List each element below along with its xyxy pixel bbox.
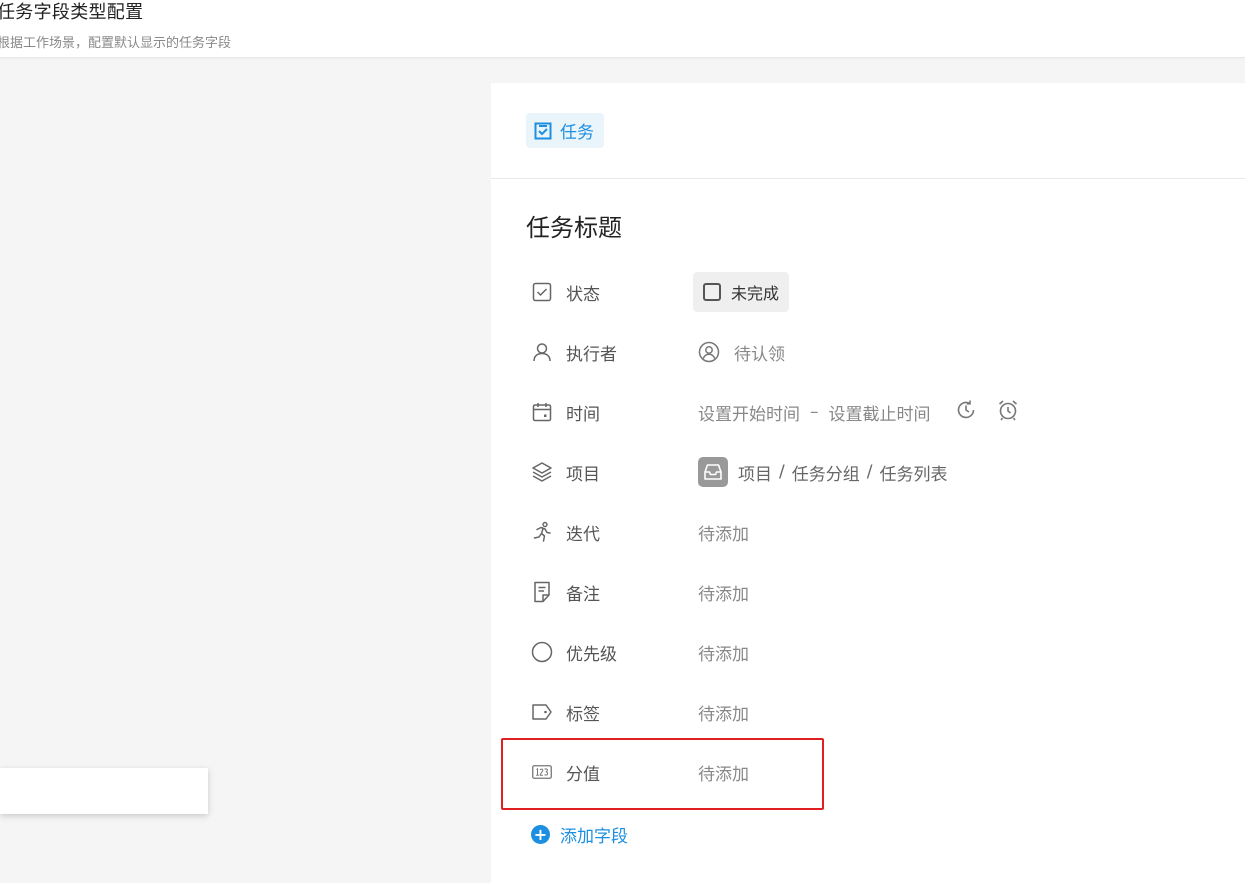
field-label-iteration: 迭代 xyxy=(566,524,600,545)
task-preview-panel: 任务 任务标题 状态 未完成 执行者 待认领 时间 设置开始时间 – 设置截止时… xyxy=(491,83,1245,883)
field-row-tag: 标签 待添加 xyxy=(531,692,1171,732)
time-value: 设置开始时间 – 设置截止时间 xyxy=(698,399,1019,426)
checkbox-icon xyxy=(531,281,553,303)
layers-icon xyxy=(531,461,553,483)
score-value[interactable]: 待添加 xyxy=(698,760,749,785)
field-label-score: 分值 xyxy=(566,764,600,785)
assignee-value[interactable]: 待认领 xyxy=(698,340,785,365)
priority-value[interactable]: 待添加 xyxy=(698,640,749,665)
dragging-field-card[interactable] xyxy=(0,768,208,814)
inbox-icon xyxy=(698,457,728,487)
field-row-status: 状态 未完成 xyxy=(531,272,1171,312)
note-value[interactable]: 待添加 xyxy=(698,580,749,605)
field-label-priority: 优先级 xyxy=(566,644,617,665)
field-row-project: 项目 项目 / 任务分组 / 任务列表 xyxy=(531,452,1171,492)
task-type-chip[interactable]: 任务 xyxy=(526,113,604,148)
page-title: 任务字段类型配置 xyxy=(0,2,144,23)
add-field-button[interactable]: + 添加字段 xyxy=(531,822,628,847)
task-type-label: 任务 xyxy=(560,123,594,143)
due-time-link[interactable]: 设置截止时间 xyxy=(829,400,931,425)
project-path-group: 任务分组 xyxy=(791,464,860,485)
field-label-status: 状态 xyxy=(566,284,600,305)
project-selector[interactable]: 项目 / 任务分组 / 任务列表 xyxy=(698,457,947,487)
alarm-icon[interactable] xyxy=(997,399,1019,426)
field-label-note: 备注 xyxy=(566,584,600,605)
status-toggle[interactable]: 未完成 xyxy=(693,272,790,312)
start-time-link[interactable]: 设置开始时间 xyxy=(698,400,800,425)
page-subtitle: 根据工作场景，配置默认显示的任务字段 xyxy=(0,36,232,51)
field-row-iteration: 迭代 待添加 xyxy=(531,512,1171,552)
path-separator: / xyxy=(779,462,785,482)
task-title[interactable]: 任务标题 xyxy=(526,208,622,243)
assignee-text: 待认领 xyxy=(734,344,785,365)
project-path-list: 任务列表 xyxy=(879,464,948,485)
page-header: 任务字段类型配置 根据工作场景，配置默认显示的任务字段 xyxy=(0,0,1245,58)
calendar-icon xyxy=(531,401,553,423)
iteration-value[interactable]: 待添加 xyxy=(698,520,749,545)
tag-value[interactable]: 待添加 xyxy=(698,700,749,725)
user-circle-icon xyxy=(698,341,720,363)
running-icon xyxy=(531,521,553,543)
field-row-time: 时间 设置开始时间 – 设置截止时间 xyxy=(531,392,1171,432)
person-icon xyxy=(531,341,553,363)
field-row-priority: 优先级 待添加 xyxy=(531,632,1171,672)
time-separator: – xyxy=(810,402,819,422)
field-label-project: 项目 xyxy=(566,464,600,485)
unchecked-box-icon xyxy=(703,283,721,301)
field-row-assignee: 执行者 待认领 xyxy=(531,332,1171,372)
task-checkbox-icon xyxy=(534,122,552,139)
panel-header: 任务 xyxy=(491,83,1245,179)
note-icon xyxy=(531,581,553,603)
add-field-label: 添加字段 xyxy=(560,827,628,847)
number-123-icon xyxy=(531,761,553,783)
status-value: 未完成 xyxy=(731,284,780,303)
field-label-assignee: 执行者 xyxy=(566,344,617,365)
path-separator: / xyxy=(866,462,873,482)
field-row-note: 备注 待添加 xyxy=(531,572,1171,612)
project-path-project: 项目 xyxy=(738,464,772,485)
repeat-icon[interactable] xyxy=(955,399,977,426)
field-row-score: 分值 待添加 xyxy=(531,752,1171,792)
circle-icon xyxy=(531,641,553,663)
field-label-time: 时间 xyxy=(566,404,600,425)
plus-circle-icon: + xyxy=(531,825,550,844)
tag-icon xyxy=(531,701,553,723)
field-label-tag: 标签 xyxy=(566,704,600,725)
